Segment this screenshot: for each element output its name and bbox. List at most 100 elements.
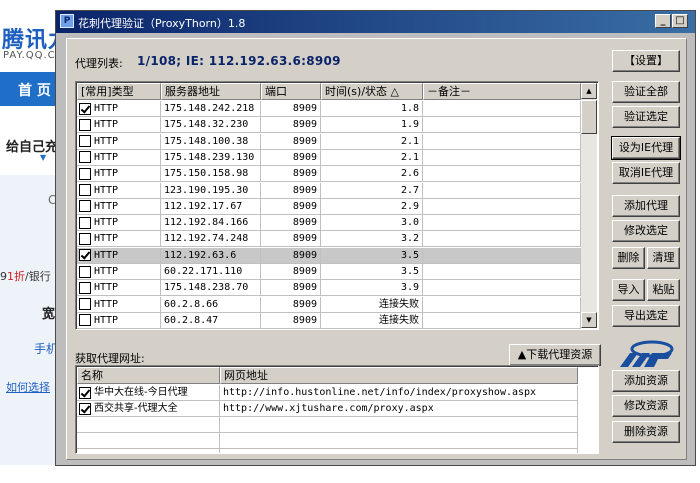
proxy-checkbox[interactable] bbox=[79, 265, 91, 278]
proxy-address-cell: 123.190.195.30 bbox=[161, 182, 261, 199]
proxy-checkbox[interactable] bbox=[79, 232, 91, 245]
proxy-note-cell bbox=[423, 264, 581, 280]
proxy-port-cell: 8909 bbox=[261, 312, 321, 329]
scroll-down-arrow-icon[interactable]: ▼ bbox=[581, 312, 597, 328]
proxy-column-header[interactable]: [常用]类型 bbox=[77, 83, 161, 100]
proxy-table-row[interactable]: HTTP 175.148.238.70 8909 3.9 bbox=[77, 280, 581, 297]
proxy-checkbox[interactable] bbox=[79, 249, 91, 262]
delete-resource-button[interactable]: 删除资源 bbox=[612, 421, 680, 443]
add-proxy-button[interactable]: 添加代理 bbox=[612, 195, 680, 217]
verify-selected-button[interactable]: 验证选定 bbox=[612, 106, 680, 128]
proxy-table-row[interactable]: HTTP 112.192.74.248 8909 3.2 bbox=[77, 231, 581, 248]
proxy-table-row[interactable]: HTTP 112.192.84.166 8909 3.0 bbox=[77, 215, 581, 232]
source-table-row[interactable]: 西交共享-代理大全 http://www.xjtushare.com/proxy.… bbox=[77, 401, 578, 417]
proxy-column-header[interactable]: －备注－ bbox=[423, 83, 581, 100]
proxy-table-scrollbar[interactable]: ▲ ▼ bbox=[581, 83, 597, 328]
proxy-table[interactable]: [常用]类型 服务器地址 端口 时间(s)/状态 △ －备注－ HTTP 175.148.… bbox=[75, 81, 599, 330]
proxy-type-cell: HTTP bbox=[77, 117, 161, 134]
minimize-button[interactable]: _ bbox=[655, 14, 671, 28]
proxy-checkbox[interactable] bbox=[79, 200, 91, 213]
source-checkbox[interactable] bbox=[79, 402, 91, 415]
proxy-type-text: HTTP bbox=[94, 233, 119, 245]
source-name-text: 华中大在线-今日代理 bbox=[94, 387, 188, 398]
proxy-checkbox[interactable] bbox=[79, 314, 91, 327]
source-table-empty-row bbox=[77, 417, 578, 433]
scroll-up-arrow-icon[interactable]: ▲ bbox=[581, 83, 597, 99]
proxy-note-cell bbox=[423, 198, 581, 215]
add-resource-button[interactable]: 添加资源 bbox=[612, 370, 680, 392]
proxy-checkbox[interactable] bbox=[79, 102, 91, 115]
source-column-header[interactable]: 名称 bbox=[77, 367, 220, 384]
source-name-cell: 华中大在线-今日代理 bbox=[77, 385, 220, 401]
proxy-table-row[interactable]: HTTP 112.192.63.6 8909 3.5 bbox=[77, 247, 581, 264]
title-bar[interactable]: P 花刺代理验证（ProxyThorn）1.8 _ □ bbox=[56, 11, 695, 33]
edit-selected-button[interactable]: 修改选定 bbox=[612, 220, 680, 242]
home-nav-link[interactable]: 首 页 bbox=[0, 72, 60, 106]
verify-all-button[interactable]: 验证全部 bbox=[612, 81, 680, 103]
proxy-table-row[interactable]: HTTP 123.190.195.30 8909 2.7 bbox=[77, 182, 581, 199]
proxy-note-cell bbox=[423, 296, 581, 313]
proxy-type-text: HTTP bbox=[94, 266, 119, 277]
recharge-slogan: 给自己充 bbox=[6, 140, 59, 155]
proxy-checkbox[interactable] bbox=[79, 298, 91, 311]
broadband-label: 宽 bbox=[42, 307, 56, 322]
download-proxy-resources-button[interactable]: ▲下载代理资源 bbox=[509, 344, 601, 366]
proxy-checkbox[interactable] bbox=[79, 184, 91, 196]
delete-button[interactable]: 删除 bbox=[612, 247, 645, 269]
proxy-address-cell: 112.192.84.166 bbox=[161, 215, 261, 232]
proxy-table-row[interactable]: HTTP 175.148.239.130 8909 2.1 bbox=[77, 149, 581, 166]
proxy-checkbox[interactable] bbox=[79, 135, 91, 148]
proxy-table-row[interactable]: HTTP 175.148.242.218 8909 1.8 bbox=[77, 101, 581, 117]
proxy-address-cell: 175.148.32.230 bbox=[161, 117, 261, 134]
proxy-note-cell bbox=[423, 166, 581, 183]
proxy-address-cell: 175.148.242.218 bbox=[161, 101, 261, 117]
proxy-note-cell bbox=[423, 182, 581, 199]
proxy-checkbox[interactable] bbox=[79, 281, 91, 294]
sources-table[interactable]: 名称 网页地址 华中大在线-今日代理 http://info.hustonline.… bbox=[75, 365, 599, 454]
proxy-port-cell: 8909 bbox=[261, 296, 321, 313]
edit-resource-button[interactable]: 修改资源 bbox=[612, 395, 680, 417]
proxy-type-text: HTTP bbox=[94, 298, 119, 310]
proxy-status-cell: 2.9 bbox=[321, 198, 423, 215]
proxy-address-cell: 175.148.238.70 bbox=[161, 280, 261, 297]
cancel-ie-proxy-button[interactable]: 取消IE代理 bbox=[612, 162, 680, 184]
proxy-checkbox[interactable] bbox=[79, 216, 91, 229]
how-to-choose-link[interactable]: 如何选择 bbox=[6, 379, 50, 395]
main-panel: 代理列表: 1/108; IE: 112.192.63.6:8909 【设置】 … bbox=[66, 38, 687, 460]
scroll-thumb[interactable] bbox=[581, 100, 597, 134]
proxy-table-row[interactable]: HTTP 175.148.32.230 8909 1.9 bbox=[77, 117, 581, 134]
proxy-column-header[interactable]: 端口 bbox=[261, 83, 321, 100]
export-selected-button[interactable]: 导出选定 bbox=[612, 305, 680, 327]
proxy-type-cell: HTTP bbox=[77, 215, 161, 232]
source-checkbox[interactable] bbox=[79, 386, 91, 399]
proxy-table-row[interactable]: HTTP 60.2.8.66 8909 连接失败 bbox=[77, 296, 581, 313]
proxy-table-row[interactable]: HTTP 175.148.100.38 8909 2.1 bbox=[77, 133, 581, 150]
paste-button[interactable]: 粘贴 bbox=[647, 279, 680, 301]
proxy-column-header[interactable]: 时间(s)/状态 △ bbox=[321, 83, 423, 100]
proxy-type-cell: HTTP bbox=[77, 231, 161, 248]
proxy-checkbox[interactable] bbox=[79, 151, 91, 164]
proxy-status-cell: 3.9 bbox=[321, 280, 423, 297]
proxy-table-row[interactable]: HTTP 60.22.171.110 8909 3.5 bbox=[77, 264, 581, 280]
proxy-type-text: HTTP bbox=[94, 249, 119, 261]
proxy-checkbox[interactable] bbox=[79, 167, 91, 180]
maximize-button[interactable]: □ bbox=[672, 14, 688, 28]
proxy-status-cell: 3.2 bbox=[321, 231, 423, 248]
import-button[interactable]: 导入 bbox=[612, 279, 645, 301]
proxy-port-cell: 8909 bbox=[261, 198, 321, 215]
proxy-table-row[interactable]: HTTP 112.192.17.67 8909 2.9 bbox=[77, 198, 581, 215]
source-url-cell bbox=[220, 417, 578, 433]
proxy-note-cell bbox=[423, 101, 581, 117]
proxy-checkbox[interactable] bbox=[79, 118, 91, 131]
proxy-port-cell: 8909 bbox=[261, 149, 321, 166]
clean-button[interactable]: 清理 bbox=[647, 247, 680, 269]
source-column-header[interactable]: 网页地址 bbox=[220, 367, 578, 384]
source-table-row[interactable]: 华中大在线-今日代理 http://info.hustonline.net/inf… bbox=[77, 385, 578, 401]
set-ie-proxy-button[interactable]: 设为IE代理 bbox=[611, 136, 681, 160]
proxy-table-row[interactable]: HTTP 60.2.8.47 8909 连接失败 bbox=[77, 312, 581, 329]
proxy-table-row[interactable]: HTTP 175.150.158.98 8909 2.6 bbox=[77, 166, 581, 183]
proxy-address-cell: 112.192.74.248 bbox=[161, 231, 261, 248]
settings-button[interactable]: 【设置】 bbox=[612, 50, 680, 72]
proxy-column-header[interactable]: 服务器地址 bbox=[161, 83, 261, 100]
proxy-type-cell: HTTP bbox=[77, 149, 161, 166]
